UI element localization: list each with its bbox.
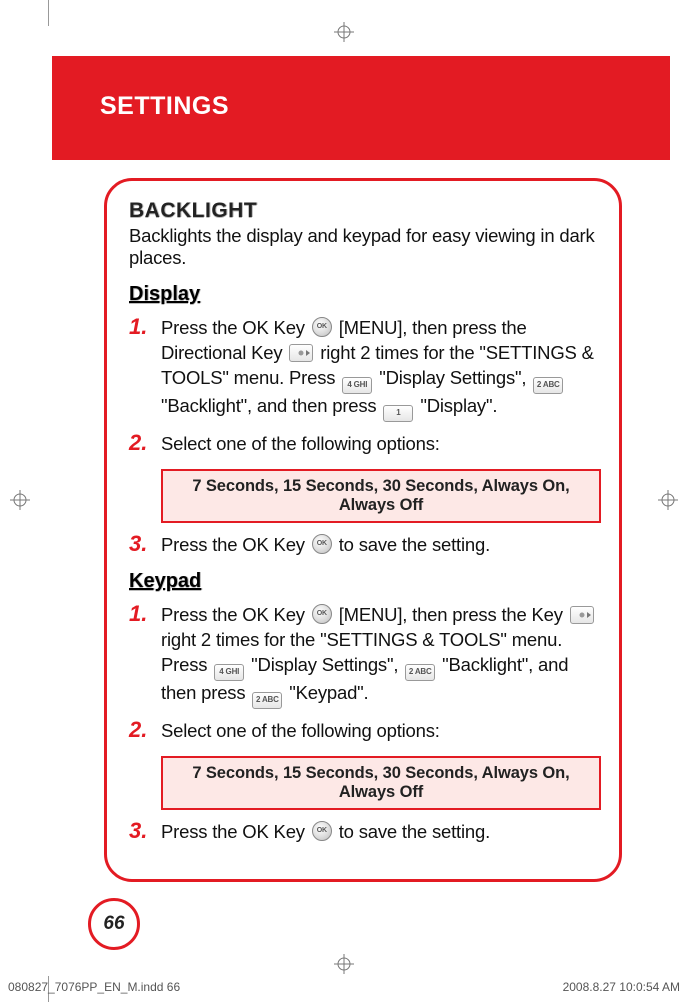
step-number: 3. bbox=[129, 820, 157, 842]
display-steps-cont: 3. Press the OK Key to save the setting. bbox=[129, 533, 597, 558]
key-2-icon: 2 ABC bbox=[405, 664, 435, 681]
key-4-icon: 4 GHI bbox=[214, 664, 244, 681]
keypad-steps: 1. Press the OK Key [MENU], then press t… bbox=[129, 603, 597, 744]
options-box: 7 Seconds, 15 Seconds, 30 Seconds, Alway… bbox=[161, 756, 601, 810]
step-text: Press the OK Key [MENU], then press the … bbox=[161, 316, 597, 422]
registration-mark-icon bbox=[334, 22, 354, 42]
step-number: 3. bbox=[129, 533, 157, 555]
key-4-icon: 4 GHI bbox=[342, 377, 372, 394]
ok-key-icon bbox=[312, 604, 332, 624]
step-number: 2. bbox=[129, 432, 157, 454]
list-item: 2. Select one of the following options: bbox=[129, 432, 597, 457]
section-subtitle: Backlights the display and keypad for ea… bbox=[129, 225, 597, 269]
page-number: 66 bbox=[88, 898, 140, 950]
list-item: 2. Select one of the following options: bbox=[129, 719, 597, 744]
display-heading: Display bbox=[129, 283, 597, 306]
keypad-heading: Keypad bbox=[129, 570, 597, 593]
list-item: 3. Press the OK Key to save the setting. bbox=[129, 533, 597, 558]
crop-mark bbox=[48, 0, 49, 26]
step-number: 2. bbox=[129, 719, 157, 741]
key-2-icon: 2 ABC bbox=[533, 377, 563, 394]
registration-mark-icon bbox=[10, 490, 30, 510]
content-panel: BACKLIGHT Backlights the display and key… bbox=[104, 178, 622, 882]
section-title: BACKLIGHT bbox=[129, 199, 597, 223]
display-steps: 1. Press the OK Key [MENU], then press t… bbox=[129, 316, 597, 457]
step-text: Press the OK Key to save the setting. bbox=[161, 533, 490, 558]
ok-key-icon bbox=[312, 317, 332, 337]
registration-mark-icon bbox=[334, 954, 354, 974]
list-item: 3. Press the OK Key to save the setting. bbox=[129, 820, 597, 845]
manual-page: SETTINGS BACKLIGHT Backlights the displa… bbox=[0, 0, 688, 1002]
registration-mark-icon bbox=[658, 490, 678, 510]
list-item: 1. Press the OK Key [MENU], then press t… bbox=[129, 316, 597, 422]
options-box: 7 Seconds, 15 Seconds, 30 Seconds, Alway… bbox=[161, 469, 601, 523]
keypad-steps-cont: 3. Press the OK Key to save the setting. bbox=[129, 820, 597, 845]
footer-timestamp: 2008.8.27 10:0:54 AM bbox=[563, 980, 680, 994]
step-text: Select one of the following options: bbox=[161, 432, 440, 457]
footer-file: 080827_7076PP_EN_M.indd 66 bbox=[8, 980, 180, 994]
directional-key-icon bbox=[570, 606, 594, 624]
step-number: 1. bbox=[129, 603, 157, 625]
ok-key-icon bbox=[312, 821, 332, 841]
ok-key-icon bbox=[312, 534, 332, 554]
page-title: SETTINGS bbox=[100, 92, 229, 121]
step-number: 1. bbox=[129, 316, 157, 338]
step-text: Press the OK Key [MENU], then press the … bbox=[161, 603, 597, 709]
print-footer: 080827_7076PP_EN_M.indd 66 2008.8.27 10:… bbox=[8, 980, 680, 994]
step-text: Press the OK Key to save the setting. bbox=[161, 820, 490, 845]
key-2-icon: 2 ABC bbox=[252, 692, 282, 709]
directional-key-icon bbox=[289, 344, 313, 362]
list-item: 1. Press the OK Key [MENU], then press t… bbox=[129, 603, 597, 709]
key-1-icon: 1 bbox=[383, 405, 413, 422]
step-text: Select one of the following options: bbox=[161, 719, 440, 744]
